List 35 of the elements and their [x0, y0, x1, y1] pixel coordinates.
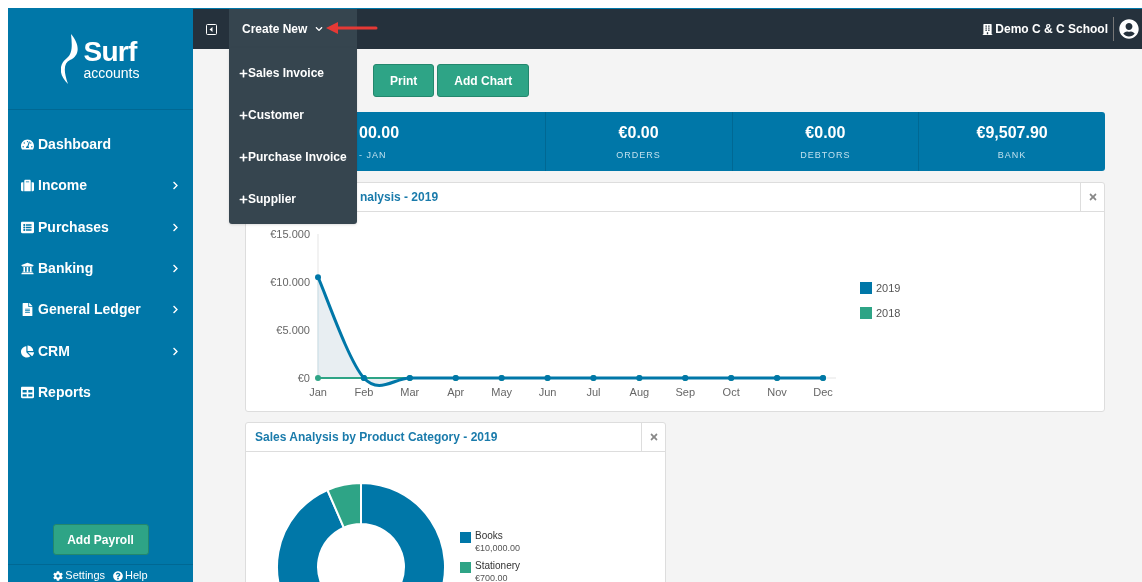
stat-label: - JAN: [359, 148, 387, 162]
stat-value: €0.00: [805, 122, 846, 143]
x-tick-label: Mar: [400, 386, 420, 398]
legend-label: Stationery: [475, 560, 521, 572]
y-tick-label: €10.000: [270, 276, 310, 288]
y-tick-label: €5.000: [276, 324, 310, 336]
stat-label: ORDERS: [616, 148, 661, 162]
x-tick-label: Oct: [722, 386, 740, 398]
company-name: Demo C & C School: [995, 21, 1108, 38]
x-tick-label: Dec: [813, 386, 834, 398]
legend-label: 2019: [876, 281, 901, 296]
legend-value: €10,000.00: [475, 542, 521, 554]
x-tick-label: Sep: [675, 386, 696, 398]
x-tick-label: Nov: [767, 386, 788, 398]
legend-label: Books: [475, 530, 504, 542]
chart-title: Sales Analysis by Product Category - 2019: [255, 429, 498, 446]
x-tick-label: Jun: [538, 386, 557, 398]
y-tick-label: €15.000: [270, 228, 310, 240]
x-tick-label: May: [491, 386, 513, 398]
stat-value: 00.00: [359, 122, 400, 143]
stat-label: DEBTORS: [800, 148, 851, 162]
stat-label: BANK: [997, 148, 1027, 162]
x-tick-label: Feb: [354, 386, 374, 398]
chart-title: nalysis - 2019: [360, 189, 439, 206]
logo-tagline: accounts: [83, 65, 140, 80]
x-tick-label: Jan: [309, 386, 327, 398]
stat-value: €0.00: [618, 122, 659, 143]
x-tick-label: Apr: [447, 386, 465, 398]
logo-name: Surf: [83, 37, 139, 66]
x-tick-label: Aug: [629, 386, 650, 398]
legend-label: 2018: [876, 305, 901, 321]
legend-value: €700.00: [475, 572, 509, 582]
y-tick-label: €0: [297, 372, 310, 384]
stat-value: €9,507.90: [976, 122, 1048, 143]
x-tick-label: Jul: [586, 386, 601, 398]
